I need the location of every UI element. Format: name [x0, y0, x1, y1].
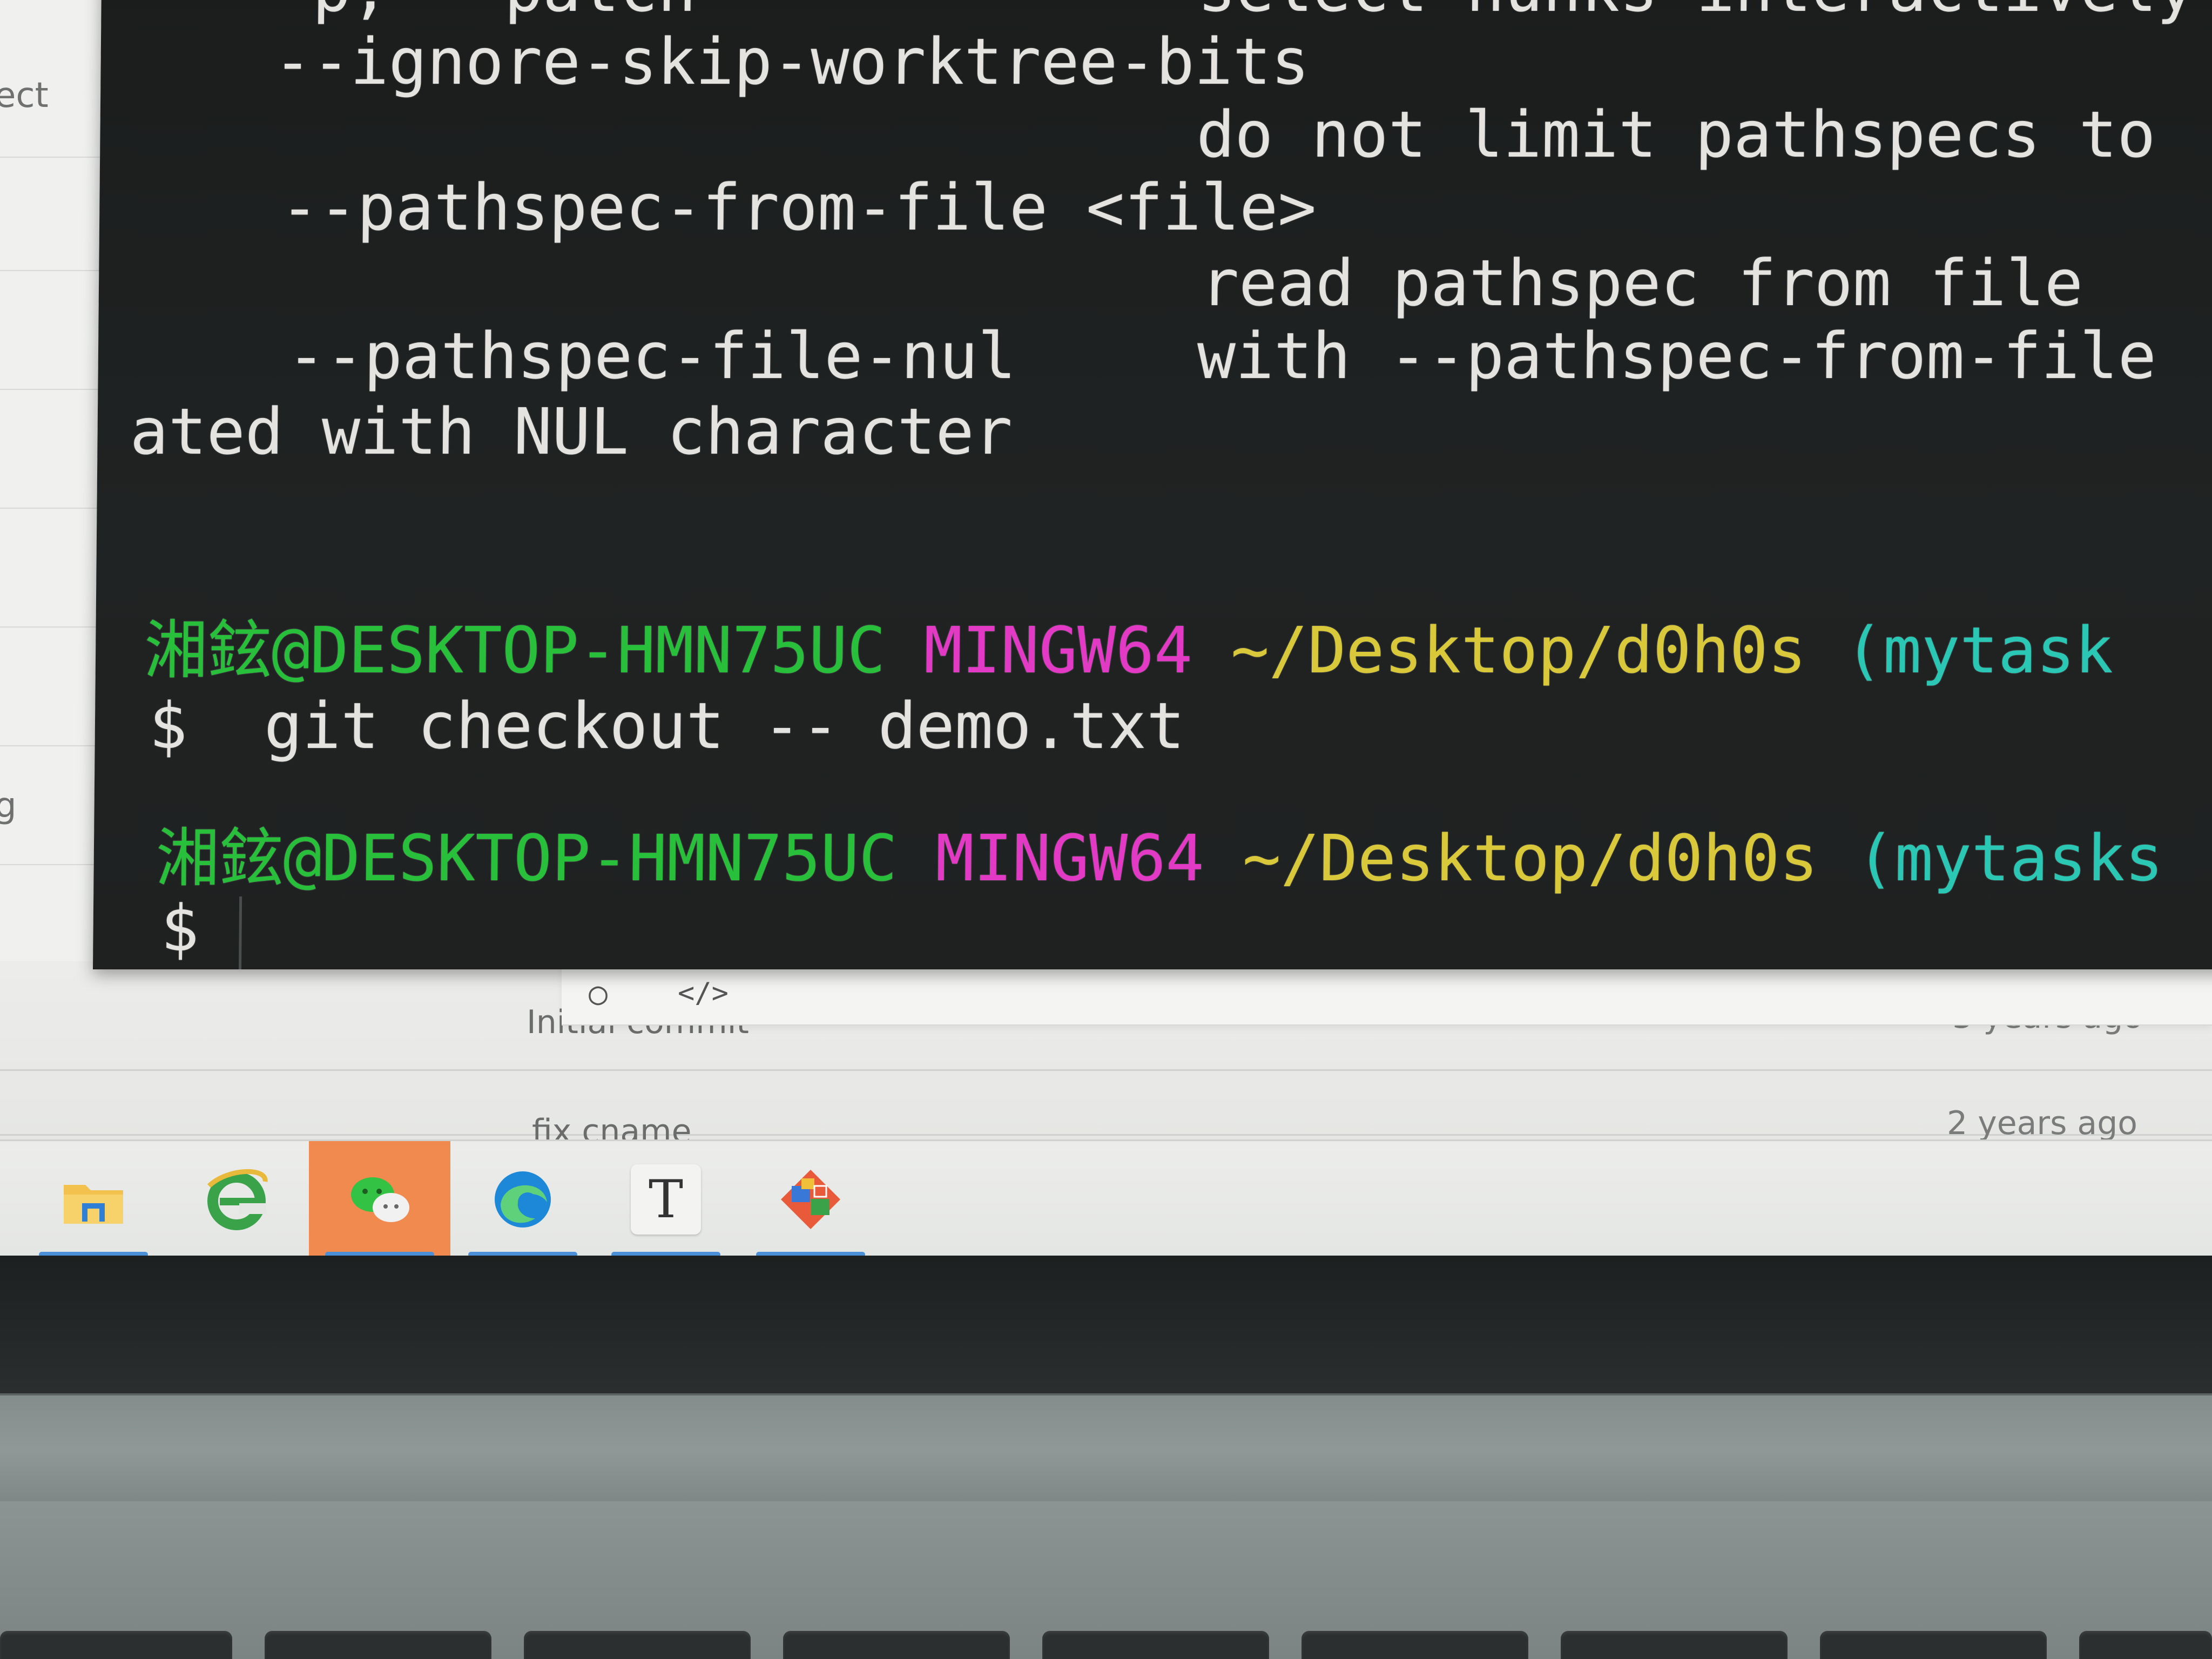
left-pane-item-label[interactable]: g — [0, 786, 17, 826]
prompt-system: MINGW64 — [935, 821, 1205, 895]
keyboard-key — [783, 1631, 1010, 1659]
windows-taskbar: T — [0, 1139, 2212, 1257]
git-bash-terminal[interactable]: -p, --patch select hunks interactively -… — [92, 0, 2212, 969]
help-option: --ignore-skip-worktree-bits — [273, 24, 1310, 99]
prompt-user-host: 湘鉉@DESKTOP-HMN75UC — [156, 821, 898, 895]
command-line: $ git checkout -- demo.txt — [149, 689, 1185, 763]
keyboard-key — [1820, 1631, 2047, 1659]
typora-icon: T — [631, 1164, 701, 1235]
help-description: ated with NUL character — [130, 394, 1013, 469]
taskbar-file-explorer[interactable] — [23, 1141, 164, 1257]
taskbar-wechat[interactable] — [309, 1141, 450, 1257]
commit-divider — [0, 1069, 2212, 1071]
circle-icon[interactable]: ○ — [589, 975, 608, 1011]
edge-icon — [488, 1164, 558, 1235]
terminal-cursor — [238, 896, 242, 969]
prompt-user-host: 湘鉉@DESKTOP-HMN75UC — [144, 613, 886, 687]
prompt-path: ~/Desktop/d0h0s — [1230, 613, 1807, 687]
code-view-toolbar: ○ </> — [562, 964, 2212, 1026]
prompt-symbol: $ — [149, 689, 188, 763]
prompt-system: MINGW64 — [923, 613, 1193, 687]
keyboard-key — [265, 1631, 491, 1659]
keyboard-key — [1042, 1631, 1269, 1659]
help-description: read pathspec from file — [1200, 246, 2083, 320]
prompt-line: 湘鉉@DESKTOP-HMN75UC MINGW64 ~/Desktop/d0h… — [156, 821, 2163, 895]
prompt-branch: (mytasks — [1856, 821, 2164, 895]
folder-icon — [58, 1164, 129, 1235]
prompt-path: ~/Desktop/d0h0s — [1242, 821, 1819, 895]
prompt-line: 湘鉉@DESKTOP-HMN75UC MINGW64 ~/Desktop/d0h… — [144, 613, 2114, 687]
keyboard-key — [524, 1631, 751, 1659]
taskbar-edge[interactable] — [452, 1141, 594, 1257]
help-description: do not limit pathspecs to — [1196, 97, 2156, 172]
taskbar-git-gui[interactable] — [740, 1141, 881, 1257]
command-line[interactable]: $ — [160, 891, 199, 966]
keyboard-key — [1561, 1631, 1788, 1659]
keyboard-key — [1301, 1631, 1528, 1659]
help-option: --pathspec-file-nul — [287, 319, 1017, 393]
keyboard-key — [2079, 1631, 2212, 1659]
taskbar-typora[interactable]: T — [595, 1141, 737, 1257]
wechat-icon — [345, 1164, 415, 1235]
command-text: git checkout -- demo.txt — [264, 689, 1185, 763]
git-gui-icon — [775, 1164, 846, 1235]
help-option: -p, --patch — [274, 0, 697, 26]
prompt-branch: (mytask — [1844, 613, 2114, 687]
typora-glyph: T — [648, 1169, 684, 1230]
taskbar-internet-explorer[interactable] — [166, 1141, 307, 1257]
left-pane-item-label[interactable]: ect — [0, 76, 49, 116]
help-option: --pathspec-from-file <file> — [280, 170, 1317, 245]
commit-divider — [0, 1134, 2212, 1136]
ie-icon — [201, 1164, 272, 1235]
help-description: with --pathspec-from-file — [1197, 319, 2157, 393]
help-description: select hunks interactively — [1197, 0, 2195, 26]
screen-bezel — [0, 1256, 2212, 1393]
code-icon[interactable]: </> — [678, 977, 729, 1009]
laptop-hinge — [0, 1393, 2212, 1503]
photo-scene: ect g Initial commit 3 years ago fix cna… — [0, 0, 2212, 1659]
prompt-symbol: $ — [160, 891, 200, 966]
keyboard-key — [0, 1631, 232, 1659]
commit-age: 2 years ago — [1947, 1104, 2137, 1142]
